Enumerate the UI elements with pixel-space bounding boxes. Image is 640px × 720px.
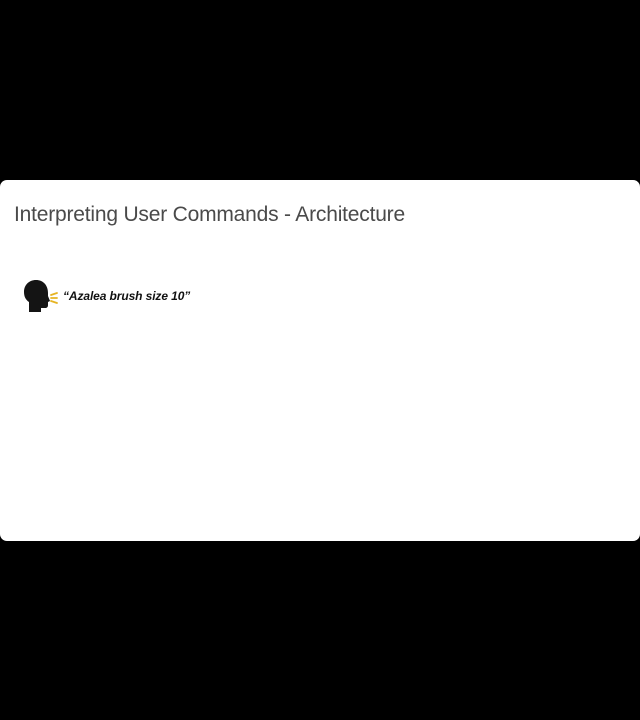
speaking-head-icon <box>24 280 58 312</box>
slide-title: Interpreting User Commands - Architectur… <box>14 203 405 226</box>
voice-command-quote: “Azalea brush size 10” <box>63 289 191 303</box>
presentation-slide <box>0 180 640 541</box>
voice-command-example: “Azalea brush size 10” <box>22 279 190 313</box>
video-frame: Interpreting User Commands - Architectur… <box>0 0 640 720</box>
